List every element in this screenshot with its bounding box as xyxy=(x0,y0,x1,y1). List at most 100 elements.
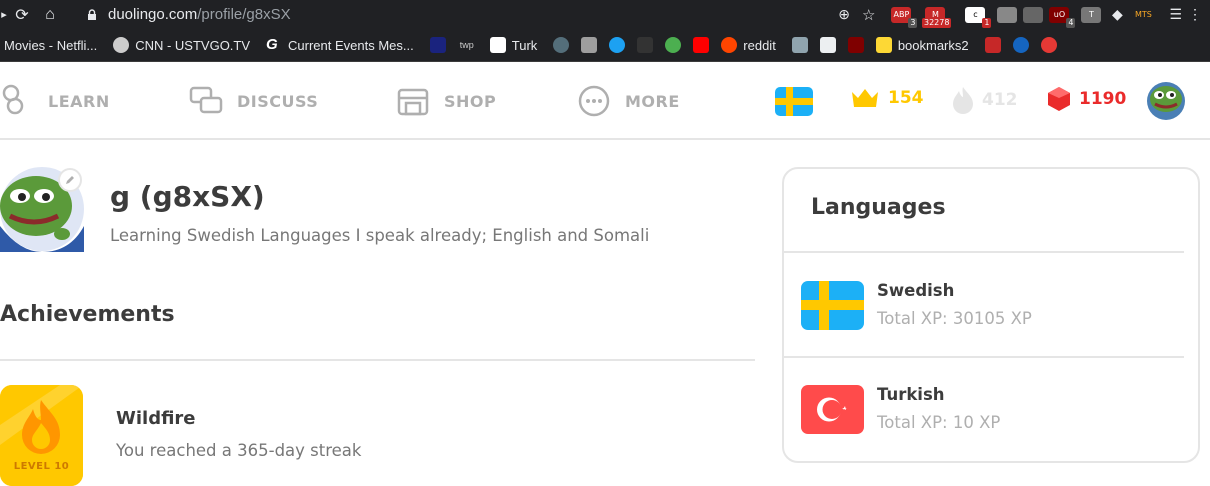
profile-learning-text: Learning Swedish Languages I speak alrea… xyxy=(110,226,650,245)
achievements-heading: Achievements xyxy=(0,302,175,327)
bookmark-label: Turk xyxy=(511,37,538,53)
nav-more-label: MORE xyxy=(625,91,680,111)
badge-level-label: LEVEL 10 xyxy=(13,461,70,472)
gmail-badge: 32278 xyxy=(921,17,952,28)
t-bookmark-icon[interactable] xyxy=(819,37,836,53)
achievement-description: You reached a 365-day streak xyxy=(116,441,362,460)
bookmark-bookmarks2[interactable]: bookmarks2 xyxy=(875,37,969,53)
dark-bookmark-icon[interactable] xyxy=(637,37,654,53)
user-avatar[interactable] xyxy=(1147,82,1185,120)
bookmark-turk[interactable]: Turk xyxy=(489,37,538,53)
abp-label: ABP xyxy=(893,10,910,19)
home-icon[interactable]: ⌂ xyxy=(36,6,64,24)
zoom-icon[interactable]: ⊕ xyxy=(838,6,850,23)
crowns-count: 154 xyxy=(888,88,924,108)
more-icon xyxy=(578,85,610,117)
red-bookmark-icon[interactable] xyxy=(847,37,864,53)
g-logo-icon: G xyxy=(266,36,278,53)
language-row-turkish[interactable]: Turkish Total XP: 10 XP xyxy=(801,385,1181,445)
crown-icon xyxy=(852,89,878,107)
info-bookmark-icon[interactable] xyxy=(1040,37,1057,53)
ext8-extension-icon[interactable]: ◆ xyxy=(1107,7,1127,23)
browser-address-bar: ▸ ⟳ ⌂ duolingo.com/profile/g8xSX ⊕ ☆ ABP… xyxy=(0,0,1210,29)
languages-heading: Languages xyxy=(811,195,946,220)
url-domain: duolingo.com xyxy=(108,6,198,23)
blue-circle-bookmark-icon[interactable] xyxy=(1012,37,1029,53)
languages-panel: Languages Swedish Total XP: 30105 XP Tur… xyxy=(782,167,1200,463)
bookmark-cnn[interactable]: CNN - USTVGO.TV xyxy=(113,37,250,53)
mts-extension-icon[interactable]: MTS xyxy=(1133,7,1153,23)
castle-bookmark-icon[interactable] xyxy=(791,37,808,53)
ext5-extension-icon[interactable] xyxy=(1023,6,1044,23)
bookmark-movies[interactable]: Movies - Netfli... xyxy=(4,38,97,53)
duolingo-top-nav: LEARN DISCUSS SHOP MORE 154 412 1190 xyxy=(0,62,1210,140)
ublock-badge: 4 xyxy=(1066,17,1076,28)
reddit-icon xyxy=(721,37,738,53)
back-icon[interactable]: ▸ xyxy=(0,8,8,21)
streak-count: 412 xyxy=(982,90,1018,110)
wildfire-badge[interactable]: LEVEL 10 xyxy=(0,385,83,486)
reading-list-icon[interactable]: ☰ xyxy=(1169,6,1182,23)
star-icon[interactable]: ☆ xyxy=(862,6,875,24)
ublock-label: uO xyxy=(1053,10,1066,19)
green-bookmark-icon[interactable] xyxy=(665,37,682,53)
ext3-badge: 1 xyxy=(982,17,992,28)
achievement-name: Wildfire xyxy=(116,408,196,429)
reload-icon[interactable]: ⟳ xyxy=(8,5,36,25)
menu-icon[interactable]: ⋮ xyxy=(1188,6,1202,23)
language-row-swedish[interactable]: Swedish Total XP: 30105 XP xyxy=(801,281,1181,341)
language-xp: Total XP: 30105 XP xyxy=(877,309,1032,328)
gmail-extension-icon[interactable]: M 32278 xyxy=(921,6,952,28)
flame-bookmark-icon[interactable] xyxy=(553,37,570,53)
bookmark-label: Movies - Netfli... xyxy=(4,37,98,53)
crowns-stat[interactable]: 154 xyxy=(850,86,924,110)
lock-icon xyxy=(88,8,96,20)
language-name: Swedish xyxy=(877,281,955,300)
nav-learn[interactable]: LEARN xyxy=(0,84,110,118)
edit-avatar-button[interactable] xyxy=(58,168,82,192)
bookmark-label: CNN - USTVGO.TV xyxy=(135,37,251,53)
languages-divider xyxy=(784,356,1184,358)
ext3-extension-icon[interactable]: c1 xyxy=(965,6,992,28)
youtube-icon[interactable] xyxy=(693,37,710,53)
ext7-extension-icon[interactable]: T xyxy=(1081,6,1102,23)
nav-discuss-label: DISCUSS xyxy=(237,91,319,111)
discuss-icon xyxy=(189,86,223,114)
m-logo-icon[interactable] xyxy=(429,37,446,53)
ublock-extension-icon[interactable]: uO 4 xyxy=(1049,6,1076,28)
pencil-icon xyxy=(66,176,74,184)
streak-flame-icon xyxy=(953,87,973,114)
folder-icon xyxy=(875,37,892,53)
profile-avatar xyxy=(0,166,84,252)
bookmark-current-events[interactable]: G Current Events Mes... xyxy=(266,37,414,53)
swedish-flag-icon[interactable] xyxy=(775,87,813,116)
gems-count: 1190 xyxy=(1079,89,1127,109)
shield-bookmark-icon[interactable] xyxy=(581,37,598,53)
bookmark-label: reddit xyxy=(743,37,776,53)
bookmark-label: Current Events Mes... xyxy=(288,37,414,53)
nav-discuss[interactable]: DISCUSS xyxy=(189,84,318,118)
rcp-icon[interactable] xyxy=(984,37,1001,53)
shop-icon xyxy=(397,88,429,116)
bookmarks-bar: Movies - Netfli... CNN - USTVGO.TV G Curr… xyxy=(0,29,1210,62)
ext4-extension-icon[interactable] xyxy=(997,6,1018,23)
streak-stat[interactable]: 412 xyxy=(952,86,1018,114)
ext7-label: T xyxy=(1088,10,1094,19)
bookmark-reddit[interactable]: reddit xyxy=(721,37,776,53)
twitter-icon[interactable] xyxy=(609,37,626,53)
url-field[interactable]: duolingo.com/profile/g8xSX xyxy=(86,2,880,27)
mts-label: MTS xyxy=(1135,10,1152,19)
swedish-flag-icon xyxy=(801,281,864,330)
profile-username: g (g8xSX) xyxy=(110,180,265,213)
gem-icon xyxy=(1048,87,1070,111)
abp-extension-icon[interactable]: ABP 3 xyxy=(891,6,918,28)
globe-icon xyxy=(113,37,130,53)
twp-icon[interactable]: twp xyxy=(460,37,476,53)
gems-stat[interactable]: 1190 xyxy=(1047,86,1126,112)
turkish-flag-icon xyxy=(801,385,864,434)
nav-shop[interactable]: SHOP xyxy=(396,84,496,118)
ext3-label: c xyxy=(973,10,978,19)
amazon-icon xyxy=(489,37,506,53)
language-xp: Total XP: 10 XP xyxy=(877,413,1001,432)
nav-more[interactable]: MORE xyxy=(577,84,680,118)
